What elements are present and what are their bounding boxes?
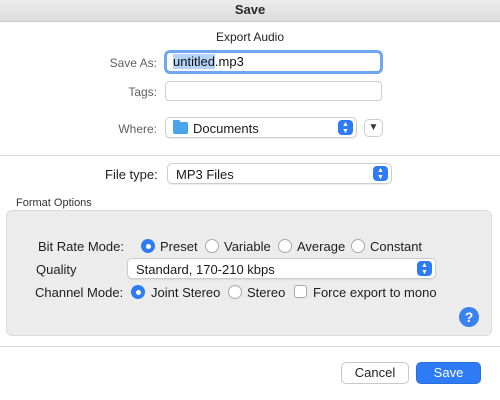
radio-preset-label: Preset	[160, 239, 198, 254]
radio-variable[interactable]	[205, 239, 219, 253]
quality-popup[interactable]: Standard, 170-210 kbps ▲ ▼	[127, 258, 436, 279]
quality-label: Quality	[36, 262, 77, 277]
save-as-label: Save As:	[109, 56, 157, 70]
radio-preset[interactable]	[141, 239, 155, 253]
quality-value: Standard, 170-210 kbps	[136, 262, 275, 277]
cancel-button[interactable]: Cancel	[341, 362, 409, 384]
radio-average[interactable]	[278, 239, 292, 253]
bit-rate-mode-label: Bit Rate Mode:	[38, 239, 124, 254]
save-as-extension-text: .mp3	[214, 54, 244, 69]
radio-constant-label: Constant	[370, 239, 423, 254]
chevron-down-icon: ▼	[368, 122, 379, 133]
tags-label: Tags:	[128, 85, 157, 99]
window-titlebar: Save	[0, 0, 500, 22]
help-button[interactable]: ?	[459, 307, 479, 327]
quality-stepper-icon: ▲ ▼	[417, 261, 432, 276]
question-mark-icon: ?	[464, 309, 474, 325]
file-type-label: File type:	[105, 167, 158, 182]
radio-joint-stereo-label: Joint Stereo	[151, 285, 221, 300]
where-value: Documents	[193, 121, 259, 136]
radio-joint-stereo[interactable]	[131, 285, 145, 299]
save-as-field[interactable]: untitled.mp3	[164, 50, 383, 74]
save-button[interactable]: Save	[416, 362, 481, 384]
dialog-title: Export Audio	[215, 30, 285, 44]
window-title: Save	[234, 2, 266, 17]
file-type-stepper-icon: ▲ ▼	[373, 166, 388, 181]
radio-constant[interactable]	[351, 239, 365, 253]
where-label: Where:	[118, 122, 157, 136]
channel-mode-label: Channel Mode:	[35, 285, 124, 300]
where-stepper-icon: ▲ ▼	[338, 120, 353, 135]
divider	[0, 346, 500, 347]
force-mono-checkbox[interactable]	[294, 285, 307, 298]
save-as-selected-text: untitled	[173, 54, 215, 69]
where-popup[interactable]: Documents ▲ ▼	[165, 117, 357, 138]
format-options-title: Format Options	[16, 197, 92, 209]
expand-button[interactable]: ▼	[364, 119, 383, 137]
file-type-value: MP3 Files	[176, 167, 234, 182]
radio-stereo-label: Stereo	[247, 285, 286, 300]
radio-average-label: Average	[297, 239, 346, 254]
folder-icon	[173, 120, 188, 134]
radio-variable-label: Variable	[224, 239, 271, 254]
tags-field[interactable]	[165, 81, 382, 101]
force-mono-label: Force export to mono	[313, 285, 437, 300]
radio-stereo[interactable]	[228, 285, 242, 299]
file-type-popup[interactable]: MP3 Files ▲ ▼	[167, 163, 392, 184]
divider	[0, 155, 500, 156]
